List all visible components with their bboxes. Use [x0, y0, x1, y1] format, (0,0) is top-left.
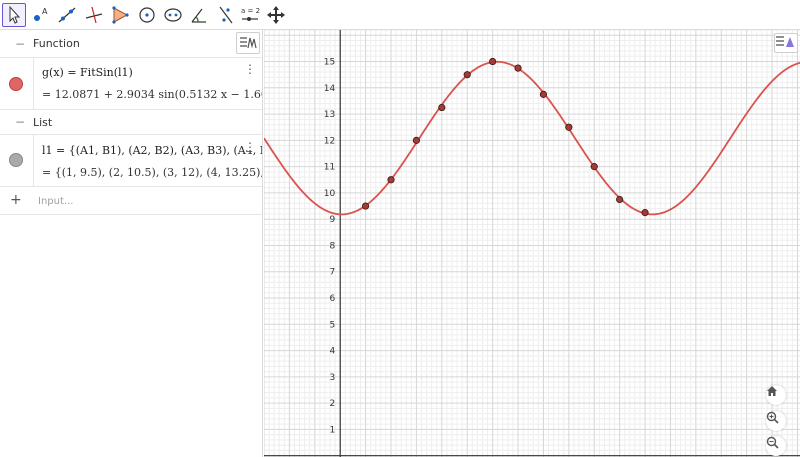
data-point-6[interactable] — [489, 57, 497, 66]
item-divider — [33, 58, 34, 109]
point-tool-button[interactable]: A — [28, 3, 52, 27]
angle-tool-icon — [191, 8, 206, 23]
function-value: = 12.0871 + 2.9034 sin(0.5132 x − 1.6005… — [42, 88, 263, 101]
list-definition[interactable]: l1 = {(A1, B1), (A2, B2), (A3, B3), (A4,… — [42, 144, 262, 157]
data-point-9[interactable] — [565, 123, 573, 131]
circle-tool-button[interactable] — [135, 3, 159, 27]
function-group-title: Function — [33, 37, 80, 50]
graphics-view[interactable]: −2−1012345678910111213141516012345678910… — [264, 30, 800, 457]
data-point-4[interactable] — [438, 103, 446, 112]
data-point-11[interactable] — [616, 195, 624, 204]
collapse-icon[interactable]: − — [14, 116, 26, 128]
algebra-style-icon[interactable] — [236, 32, 260, 54]
more-menu-icon[interactable]: ⋮ — [244, 141, 256, 153]
data-point-7[interactable] — [514, 64, 522, 72]
move-graphics-tool-button[interactable] — [264, 3, 288, 27]
graphics-style-icon — [776, 36, 794, 47]
minor-grid — [264, 30, 800, 457]
slider-tool-button[interactable]: a = 2 — [238, 3, 262, 27]
y-tick-label: 5 — [329, 320, 335, 330]
y-tick-label: 15 — [324, 58, 335, 68]
home-button[interactable] — [766, 385, 786, 405]
data-point-12[interactable] — [641, 209, 649, 217]
add-input-icon[interactable]: + — [10, 192, 22, 208]
list-group-title: List — [33, 115, 53, 129]
function-definition[interactable]: g(x) = FitSin(l1) — [42, 66, 133, 79]
data-point-3[interactable] — [412, 136, 421, 144]
y-tick-label: 10 — [324, 189, 336, 199]
y-tick-label: 11 — [324, 163, 335, 173]
perpendicular-tool-icon — [85, 6, 103, 24]
algebra-view: − Function g(x) = FitSin(l1) ⋮ = 12.0871… — [0, 30, 263, 457]
y-tick-label: 14 — [324, 84, 336, 94]
polygon-tool-icon — [112, 6, 129, 24]
line-tool-icon — [58, 7, 76, 23]
y-tick-label: 1 — [329, 425, 335, 435]
y-tick-label: 12 — [324, 136, 335, 146]
item-divider — [33, 135, 34, 186]
function-item[interactable]: g(x) = FitSin(l1) ⋮ = 12.0871 + 2.9034 s… — [0, 58, 263, 110]
input-row[interactable]: + — [0, 187, 262, 215]
zoom-in-icon — [766, 411, 779, 424]
graphics-style-bar-button[interactable] — [774, 33, 798, 53]
y-tick-label: 6 — [329, 294, 335, 304]
line-tool-button[interactable] — [55, 3, 79, 27]
circle-tool-icon — [139, 7, 155, 23]
list-group-header[interactable]: − List — [0, 110, 262, 135]
more-menu-icon[interactable]: ⋮ — [244, 63, 256, 75]
home-icon — [767, 386, 777, 396]
y-tick-label: 9 — [329, 215, 335, 225]
algebra-input[interactable] — [38, 194, 238, 208]
svg-text:a = 2: a = 2 — [241, 7, 260, 15]
reflect-tool-button[interactable] — [214, 3, 238, 27]
ellipse-tool-button[interactable] — [161, 3, 185, 27]
collapse-icon[interactable]: − — [14, 38, 26, 50]
angle-tool-button[interactable] — [187, 3, 211, 27]
data-point-8[interactable] — [539, 90, 548, 98]
y-tick-label: 2 — [329, 399, 335, 409]
data-point-10[interactable] — [590, 163, 598, 171]
svg-text:A: A — [42, 7, 48, 16]
point-tool-icon: A — [34, 7, 48, 21]
graph-canvas[interactable]: −2−1012345678910111213141516012345678910… — [264, 30, 800, 457]
fitted-sine-curve[interactable] — [264, 60, 800, 216]
function-visibility-marble[interactable] — [9, 77, 23, 91]
data-point-2[interactable] — [387, 176, 395, 184]
list-visibility-marble[interactable] — [9, 153, 23, 167]
toolbar: Aa = 2 — [0, 0, 800, 30]
y-tick-label: 7 — [329, 268, 335, 278]
list-item[interactable]: l1 = {(A1, B1), (A2, B2), (A3, B3), (A4,… — [0, 135, 263, 187]
polygon-tool-button[interactable] — [108, 3, 132, 27]
y-tick-label: 13 — [324, 110, 335, 120]
y-tick-label: 8 — [329, 241, 335, 251]
zoom-out-button[interactable] — [766, 436, 786, 456]
move-graphics-tool-icon — [267, 6, 285, 24]
ellipse-tool-icon — [164, 8, 182, 22]
y-tick-label: 3 — [329, 373, 335, 383]
zoom-out-icon — [766, 436, 779, 449]
zoom-in-button[interactable] — [766, 411, 786, 431]
data-point-1[interactable] — [362, 202, 370, 210]
reflect-tool-icon — [219, 6, 233, 24]
slider-tool-icon: a = 2 — [241, 7, 260, 21]
perpendicular-tool-button[interactable] — [82, 3, 106, 27]
y-tick-label: 4 — [329, 347, 335, 357]
move-tool-icon — [9, 5, 21, 24]
function-group-header[interactable]: − Function — [0, 30, 262, 58]
move-tool-button[interactable] — [2, 3, 26, 27]
list-value: = {(1, 9.5), (2, 10.5), (3, 12), (4, 13.… — [42, 166, 263, 179]
data-point-5[interactable] — [463, 71, 471, 79]
